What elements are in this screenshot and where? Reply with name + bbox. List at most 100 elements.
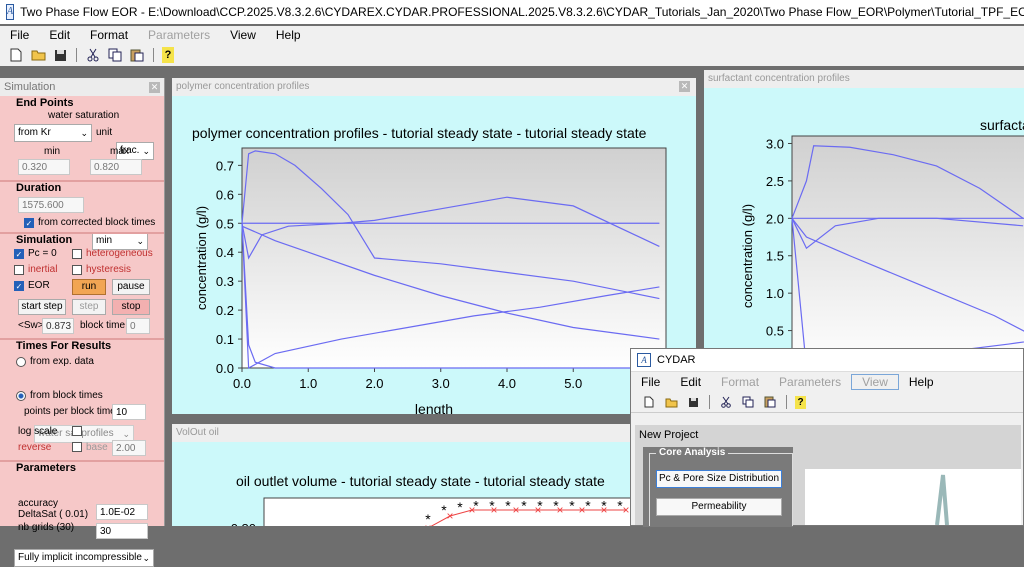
cydar-menu-help[interactable]: Help: [899, 375, 944, 389]
simulated-point: ×: [512, 503, 519, 517]
polymer-panel: polymer concentration profiles ✕ polymer…: [172, 78, 696, 417]
menu-view[interactable]: View: [220, 28, 266, 42]
cydar-menu-file[interactable]: File: [631, 375, 670, 389]
eor-checkbox[interactable]: ✓: [14, 281, 24, 291]
y-tick-label: 0.3: [216, 274, 234, 289]
cut-icon[interactable]: [85, 47, 101, 63]
base-field[interactable]: 2.00: [112, 440, 146, 456]
paste-icon[interactable]: [762, 394, 778, 410]
deltasat-field[interactable]: 1.0E-02: [96, 504, 148, 520]
duration-field[interactable]: 1575.600: [18, 197, 84, 213]
start-step-button[interactable]: start step: [18, 299, 66, 315]
corrected-block-times-checkbox[interactable]: ✓: [24, 218, 34, 228]
y-tick-label: 2.0: [766, 211, 784, 226]
points-per-block-label: points per block time: [24, 406, 116, 417]
from-block-times-label: from block times: [30, 390, 103, 401]
permeability-button[interactable]: Permeability: [656, 498, 782, 516]
menu-file[interactable]: File: [0, 28, 39, 42]
cydar-menu-edit[interactable]: Edit: [670, 375, 711, 389]
parameters-title: Parameters: [16, 462, 76, 474]
plot-area: [241, 147, 667, 369]
toolbar-separator: [153, 48, 154, 62]
hysteresis-checkbox[interactable]: [72, 265, 82, 275]
help-icon[interactable]: ?: [795, 395, 806, 409]
pc0-checkbox[interactable]: ✓: [14, 249, 24, 259]
sw-field[interactable]: 0.873: [42, 318, 74, 334]
cydar-menu-parameters[interactable]: Parameters: [769, 375, 851, 389]
toolbar: ?: [0, 44, 1024, 66]
y-tick-label: 0.2: [216, 303, 234, 318]
volout-chart: oil outlet volume - tutorial steady stat…: [231, 473, 635, 567]
save-icon[interactable]: [52, 47, 68, 63]
nb-grids-field[interactable]: 30: [96, 523, 148, 539]
heterogeneous-checkbox[interactable]: [72, 249, 82, 259]
menu-help[interactable]: Help: [266, 28, 311, 42]
volout-panel-title: VolOut oil: [176, 427, 219, 438]
run-button[interactable]: run: [72, 279, 106, 295]
open-folder-icon[interactable]: [663, 394, 679, 410]
menu-parameters[interactable]: Parameters: [138, 28, 220, 42]
accuracy-label: accuracy: [18, 498, 59, 509]
from-block-times-radio[interactable]: [16, 391, 26, 401]
polymer-panel-title: polymer concentration profiles: [176, 81, 310, 92]
cydar-app-icon: A: [637, 353, 651, 367]
open-folder-icon[interactable]: [30, 47, 46, 63]
pc-pore-size-button[interactable]: Pc & Pore Size Distribution: [656, 470, 782, 488]
new-file-icon[interactable]: [8, 47, 24, 63]
chart-title: oil outlet volume - tutorial steady stat…: [236, 473, 605, 489]
y-tick-label: 2.5: [766, 174, 784, 189]
endpoints-source-select[interactable]: from Kr ⌄: [14, 124, 92, 142]
menu-edit[interactable]: Edit: [39, 28, 80, 42]
min-field[interactable]: 0.320: [18, 159, 70, 175]
copy-icon[interactable]: [107, 47, 123, 63]
chevron-down-icon: ⌄: [142, 553, 150, 563]
cydar-menu-bar: File Edit Format Parameters View Help: [631, 372, 1023, 392]
pause-button[interactable]: pause: [112, 279, 150, 295]
core-analysis-title: Core Analysis: [656, 447, 729, 458]
deltasat-label: DeltaSat ( 0.01): [18, 509, 89, 520]
scheme-select[interactable]: Fully implicit incompressible ⌄: [14, 549, 154, 567]
new-file-icon[interactable]: [641, 394, 657, 410]
paste-icon[interactable]: [129, 47, 145, 63]
pc0-label: Pc = 0: [28, 248, 57, 259]
points-per-block-field[interactable]: 10: [112, 404, 146, 420]
log-scale-checkbox[interactable]: [72, 426, 82, 436]
cydar-menu-format[interactable]: Format: [711, 375, 769, 389]
step-button[interactable]: step: [72, 299, 106, 315]
x-tick-label: 1.0: [299, 376, 317, 391]
y-tick-label: 0.4: [216, 245, 234, 260]
volout-panel-header: VolOut oil: [172, 424, 630, 442]
x-axis-label: length: [415, 401, 453, 414]
simulation-title: Simulation: [16, 234, 73, 246]
help-icon[interactable]: ?: [162, 47, 174, 63]
copy-icon[interactable]: [740, 394, 756, 410]
stop-button[interactable]: stop: [112, 299, 150, 315]
simulation-panel: Simulation ✕ End Points water saturation…: [0, 78, 165, 567]
new-project-title: New Project: [639, 429, 699, 441]
close-icon[interactable]: ✕: [679, 81, 690, 92]
cydar-window: A CYDAR File Edit Format Parameters View…: [630, 348, 1024, 527]
volout-panel: VolOut oil oil outlet volume - tutorial …: [172, 424, 635, 567]
simulation-panel-header: Simulation ✕: [0, 78, 164, 96]
cydar-menu-view[interactable]: View: [851, 374, 899, 390]
menu-format[interactable]: Format: [80, 28, 138, 42]
close-icon[interactable]: ✕: [149, 81, 160, 93]
cut-icon[interactable]: [718, 394, 734, 410]
max-label: max: [110, 146, 129, 157]
y-axis-label: concentration (g/l): [194, 206, 209, 310]
nb-grids-label: nb grids (30): [18, 522, 75, 533]
y-tick-label: 0.5: [766, 324, 784, 339]
from-exp-radio[interactable]: [16, 357, 26, 367]
y-tick-label: 0.80: [231, 521, 256, 526]
max-field[interactable]: 0.820: [90, 159, 142, 175]
sw-label: <Sw>: [18, 320, 44, 331]
x-tick-label: 4.0: [498, 376, 516, 391]
save-icon[interactable]: [685, 394, 701, 410]
block-time-field[interactable]: 0: [126, 318, 150, 334]
inertial-checkbox[interactable]: [14, 265, 24, 275]
x-tick-label: 2.0: [365, 376, 383, 391]
hysteresis-label: hysteresis: [86, 264, 132, 275]
simulated-point: ×: [622, 503, 629, 517]
x-tick-label: 5.0: [564, 376, 582, 391]
reverse-checkbox[interactable]: [72, 442, 82, 452]
